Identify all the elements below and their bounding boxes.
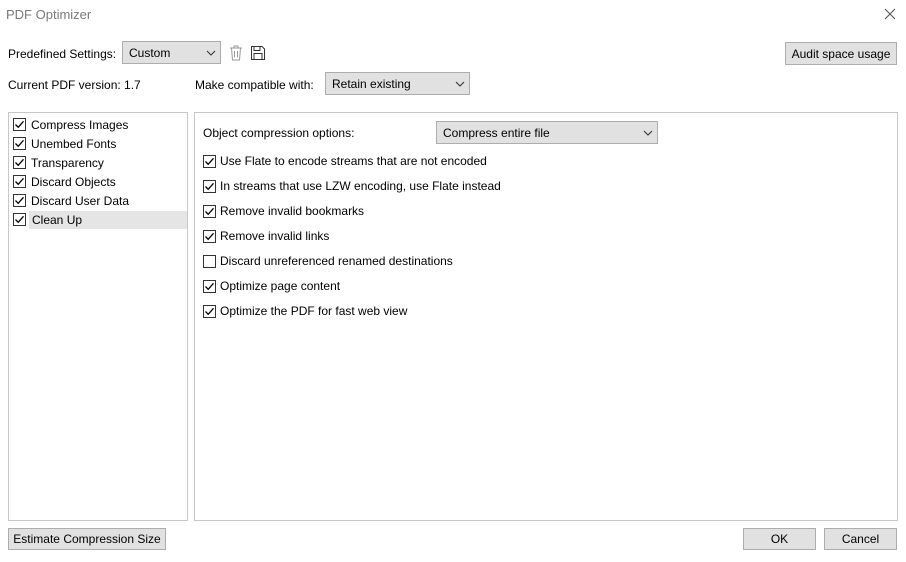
option-label: Remove invalid bookmarks xyxy=(220,204,365,218)
checkbox[interactable] xyxy=(203,279,216,293)
clean-up-panel: Object compression options: Compress ent… xyxy=(194,112,898,521)
option-discard-unreferenced-destinations[interactable]: Discard unreferenced renamed destination… xyxy=(203,252,453,270)
trash-icon[interactable] xyxy=(228,44,244,62)
checkbox[interactable] xyxy=(13,175,26,188)
window-title: PDF Optimizer xyxy=(6,7,92,22)
checkmark-icon xyxy=(15,177,24,186)
option-remove-invalid-links[interactable]: Remove invalid links xyxy=(203,227,329,245)
sidebar-item-compress-images[interactable]: Compress Images xyxy=(12,115,187,134)
predefined-settings-value: Custom xyxy=(129,45,171,60)
cancel-button[interactable]: Cancel xyxy=(824,528,897,550)
checkbox[interactable] xyxy=(13,118,26,131)
audit-space-usage-button[interactable]: Audit space usage xyxy=(785,42,897,65)
sidebar-item-label: Discard Objects xyxy=(31,174,116,189)
option-label: Discard unreferenced renamed destination… xyxy=(220,254,453,268)
make-compatible-select[interactable]: Retain existing xyxy=(325,72,470,95)
option-label: Optimize page content xyxy=(220,279,341,293)
pdf-optimizer-dialog: PDF Optimizer Predefined Settings: Custo… xyxy=(0,0,906,562)
checkmark-icon xyxy=(205,307,214,315)
sidebar-item-discard-objects[interactable]: Discard Objects xyxy=(12,172,187,191)
object-compression-label: Object compression options: xyxy=(203,126,355,140)
chevron-down-icon xyxy=(639,122,657,143)
option-optimize-page-content[interactable]: Optimize page content xyxy=(203,277,340,295)
sidebar-item-label: Clean Up xyxy=(29,210,187,229)
checkmark-icon xyxy=(205,282,214,290)
estimate-compression-size-button[interactable]: Estimate Compression Size xyxy=(8,528,166,550)
category-list: Compress Images Unembed Fonts Transparen… xyxy=(8,112,188,521)
sidebar-item-label: Transparency xyxy=(31,155,104,170)
option-label: Remove invalid links xyxy=(220,229,330,243)
checkbox[interactable] xyxy=(203,179,216,193)
sidebar-item-unembed-fonts[interactable]: Unembed Fonts xyxy=(12,134,187,153)
option-label: Optimize the PDF for fast web view xyxy=(220,304,408,318)
checkmark-icon xyxy=(15,196,24,205)
chevron-down-icon xyxy=(451,73,469,94)
sidebar-item-clean-up[interactable]: Clean Up xyxy=(12,210,187,229)
checkbox[interactable] xyxy=(13,213,26,226)
checkmark-icon xyxy=(205,232,214,240)
checkmark-icon xyxy=(205,207,214,215)
checkbox[interactable] xyxy=(203,304,216,318)
option-fast-web-view[interactable]: Optimize the PDF for fast web view xyxy=(203,302,407,320)
sidebar-item-discard-user-data[interactable]: Discard User Data xyxy=(12,191,187,210)
checkbox[interactable] xyxy=(203,254,216,268)
make-compatible-label: Make compatible with: xyxy=(195,78,314,92)
close-icon[interactable] xyxy=(880,4,900,24)
checkbox[interactable] xyxy=(13,194,26,207)
sidebar-item-label: Compress Images xyxy=(31,117,129,132)
chevron-down-icon xyxy=(202,42,220,63)
checkmark-icon xyxy=(15,215,24,224)
predefined-settings-label: Predefined Settings: xyxy=(8,47,117,61)
checkmark-icon xyxy=(15,158,24,167)
sidebar-item-label: Unembed Fonts xyxy=(31,136,117,151)
checkbox[interactable] xyxy=(203,154,216,168)
object-compression-value: Compress entire file xyxy=(443,125,550,140)
current-pdf-version: Current PDF version: 1.7 xyxy=(8,78,141,92)
checkmark-icon xyxy=(205,157,214,165)
sidebar-item-label: Discard User Data xyxy=(31,193,130,208)
checkbox[interactable] xyxy=(13,137,26,150)
sidebar-item-transparency[interactable]: Transparency xyxy=(12,153,187,172)
checkbox[interactable] xyxy=(13,156,26,169)
option-remove-invalid-bookmarks[interactable]: Remove invalid bookmarks xyxy=(203,202,364,220)
checkbox[interactable] xyxy=(203,229,216,243)
checkmark-icon xyxy=(15,120,24,129)
checkmark-icon xyxy=(205,182,214,190)
checkmark-icon xyxy=(15,139,24,148)
option-lzw-to-flate[interactable]: In streams that use LZW encoding, use Fl… xyxy=(203,177,501,195)
option-label: In streams that use LZW encoding, use Fl… xyxy=(220,179,501,193)
option-use-flate[interactable]: Use Flate to encode streams that are not… xyxy=(203,152,487,170)
object-compression-select[interactable]: Compress entire file xyxy=(436,121,658,144)
ok-button[interactable]: OK xyxy=(743,528,816,550)
option-label: Use Flate to encode streams that are not… xyxy=(220,154,487,168)
make-compatible-value: Retain existing xyxy=(332,76,411,91)
predefined-settings-select[interactable]: Custom xyxy=(122,41,221,64)
save-icon[interactable] xyxy=(250,44,266,62)
checkbox[interactable] xyxy=(203,204,216,218)
